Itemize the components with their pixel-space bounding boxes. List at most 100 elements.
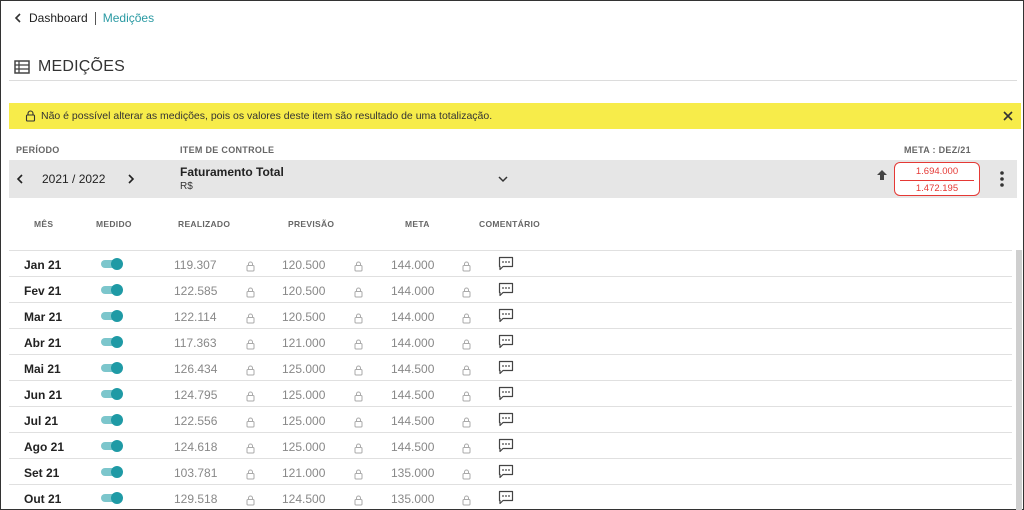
comment-icon[interactable] xyxy=(498,282,514,297)
target-value: 144.000 xyxy=(391,284,435,298)
lock-icon xyxy=(354,337,363,350)
toggle-knob xyxy=(111,284,123,296)
lock-icon xyxy=(462,441,471,454)
forecast-value: 125.000 xyxy=(282,362,326,376)
measured-toggle[interactable] xyxy=(101,310,123,322)
realized-value: 119.307 xyxy=(174,258,217,272)
column-header-forecast: PREVISÃO xyxy=(288,219,335,229)
target-value: 144.500 xyxy=(391,414,435,428)
forecast-value: 120.500 xyxy=(282,284,326,298)
lock-icon xyxy=(246,415,255,428)
realized-value: 122.556 xyxy=(174,414,218,428)
breadcrumb-separator xyxy=(94,11,96,25)
target-value: 144.000 xyxy=(391,336,435,350)
measured-toggle[interactable] xyxy=(101,440,123,452)
measured-toggle[interactable] xyxy=(101,466,123,478)
measured-toggle[interactable] xyxy=(101,284,123,296)
lock-icon xyxy=(354,441,363,454)
measured-toggle[interactable] xyxy=(101,388,123,400)
row-month: Set 21 xyxy=(24,466,60,480)
chevron-left-icon xyxy=(14,13,21,23)
forecast-value: 121.000 xyxy=(282,336,326,350)
lock-icon xyxy=(462,415,471,428)
column-header-month: MÊS xyxy=(34,219,54,229)
measured-toggle[interactable] xyxy=(101,258,123,270)
comment-icon[interactable] xyxy=(498,490,514,505)
measured-toggle[interactable] xyxy=(101,336,123,348)
toggle-knob xyxy=(111,362,123,374)
measurements-table: Jan 21 119.307 120.500 144.000 Fev 21 122.585… xyxy=(9,250,1012,510)
toggle-knob xyxy=(111,440,123,452)
comment-icon[interactable] xyxy=(498,412,514,427)
realized-value: 122.585 xyxy=(174,284,218,298)
lock-icon xyxy=(354,259,363,272)
toggle-knob xyxy=(111,492,123,504)
comment-icon[interactable] xyxy=(498,438,514,453)
lock-icon xyxy=(246,363,255,376)
row-month: Fev 21 xyxy=(24,284,62,298)
breadcrumb: Dashboard Medições xyxy=(13,10,154,26)
comment-icon[interactable] xyxy=(498,386,514,401)
target-value: 144.500 xyxy=(391,362,435,376)
period-next-button[interactable] xyxy=(124,172,138,186)
realized-value: 103.781 xyxy=(174,466,218,480)
target-value: 135.000 xyxy=(391,492,435,506)
chevron-down-icon[interactable] xyxy=(497,173,509,185)
measured-toggle[interactable] xyxy=(101,492,123,504)
measured-toggle[interactable] xyxy=(101,414,123,426)
table-row: Ago 21 124.618 125.000 144.500 xyxy=(9,432,1012,458)
forecast-value: 121.000 xyxy=(282,466,326,480)
realized-value: 126.434 xyxy=(174,362,218,376)
column-header-measured: MEDIDO xyxy=(96,219,132,229)
lock-icon xyxy=(246,493,255,506)
alert-message: Não é possível alterar as medições, pois… xyxy=(41,110,493,122)
measured-toggle[interactable] xyxy=(101,362,123,374)
lock-icon xyxy=(246,467,255,480)
lock-icon xyxy=(462,311,471,324)
breadcrumb-dashboard[interactable]: Dashboard xyxy=(29,11,88,25)
meta-value-bottom: 1.472.195 xyxy=(915,183,959,194)
close-icon[interactable] xyxy=(1001,109,1015,123)
more-vertical-icon[interactable] xyxy=(997,170,1007,188)
breadcrumb-current: Medições xyxy=(102,11,155,25)
table-row: Jun 21 124.795 125.000 144.500 xyxy=(9,380,1012,406)
lock-icon xyxy=(462,363,471,376)
target-value: 135.000 xyxy=(391,466,435,480)
comment-icon[interactable] xyxy=(498,464,514,479)
period-previous-button[interactable] xyxy=(13,172,27,186)
scrollbar[interactable] xyxy=(1015,250,1023,510)
table-row: Out 21 129.518 124.500 135.000 xyxy=(9,484,1012,510)
table-row: Mar 21 122.114 120.500 144.000 xyxy=(9,302,1012,328)
table-row: Jul 21 122.556 125.000 144.500 xyxy=(9,406,1012,432)
period-value: 2021 / 2022 xyxy=(42,172,106,186)
chevron-left-icon xyxy=(16,174,23,184)
forecast-value: 125.000 xyxy=(282,414,326,428)
meta-values-divider xyxy=(900,180,974,181)
comment-icon[interactable] xyxy=(498,334,514,349)
page-title: MEDIÇÕES xyxy=(38,58,125,75)
row-month: Mai 21 xyxy=(24,362,61,376)
control-item-name[interactable]: Faturamento Total xyxy=(180,165,284,179)
target-value: 144.500 xyxy=(391,440,435,454)
scrollbar-thumb[interactable] xyxy=(1016,250,1022,510)
meta-value-top: 1.694.000 xyxy=(915,166,959,177)
comment-icon[interactable] xyxy=(498,256,514,271)
target-value: 144.000 xyxy=(391,258,435,272)
table-row: Mai 21 126.434 125.000 144.500 xyxy=(9,354,1012,380)
row-month: Jul 21 xyxy=(24,414,59,428)
realized-value: 122.114 xyxy=(174,310,217,324)
row-month: Jun 21 xyxy=(24,388,63,402)
forecast-value: 125.000 xyxy=(282,440,326,454)
comment-icon[interactable] xyxy=(498,308,514,323)
lock-icon xyxy=(246,389,255,402)
breadcrumb-back-link[interactable]: Dashboard xyxy=(13,11,88,25)
realized-value: 117.363 xyxy=(174,336,217,350)
lock-icon xyxy=(354,493,363,506)
chevron-right-icon xyxy=(128,174,135,184)
row-month: Mar 21 xyxy=(24,310,63,324)
lock-icon xyxy=(462,259,471,272)
control-bar: 2021 / 2022 Faturamento Total R$ 1.694.0… xyxy=(9,160,1017,198)
comment-icon[interactable] xyxy=(498,360,514,375)
forecast-value: 124.500 xyxy=(282,492,326,506)
realized-value: 124.795 xyxy=(174,388,218,402)
